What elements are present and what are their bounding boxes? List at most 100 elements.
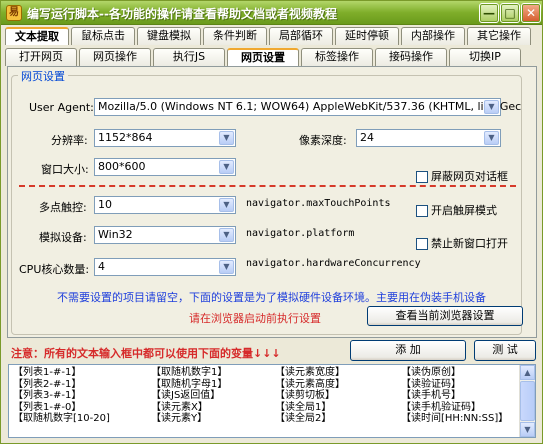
block-new-window-label: 禁止新窗口打开 [431,237,508,250]
list-item[interactable]: 【取随机数字[10-20] [13,413,110,425]
enable-touch-checkbox[interactable]: 开启触屏模式 [416,202,497,218]
tab-internal[interactable]: 内部操作 [401,27,465,45]
block-new-window-checkbox[interactable]: 禁止新窗口打开 [416,235,508,251]
tab-switch-ip[interactable]: 切换IP [449,48,521,66]
maximize-button[interactable]: □ [500,3,520,23]
main-tab-bar: 文本提取 鼠标点击 键盘模拟 条件判断 局部循环 延时停顿 内部操作 其它操作 [5,27,533,45]
hardware-note: 不需要设置的项目请留空，下面的设置是为了模拟硬件设备环境。主要用在伪装手机设备 [57,291,486,304]
scroll-up-icon[interactable]: ▲ [520,365,535,380]
user-agent-combo[interactable]: Mozilla/5.0 (Windows NT 6.1; WOW64) Appl… [94,98,521,116]
list-item[interactable]: 【读伪原创】 [401,367,508,379]
cpu-value: 4 [98,260,105,273]
variables-column-2: 【取随机数字1】 【取随机字母1】 【读JS返回值】 【读元素X】 【读元素Y】 [151,367,227,425]
variables-column-3: 【读元素宽度】 【读元素高度】 【读剪切板】 【读全局1】 【读全局2】 [275,367,345,425]
red-dashed-divider [19,185,516,187]
pixel-depth-label: 像素深度: [299,134,347,147]
chevron-down-icon[interactable]: ▼ [219,260,234,274]
window-size-label: 窗口大小: [41,163,89,176]
minimize-button[interactable]: — [479,3,499,23]
tab-execute-js[interactable]: 执行JS [153,48,225,66]
block-dialog-label: 屏蔽网页对话框 [431,170,508,183]
pixel-depth-combo[interactable]: 24 ▼ [356,129,501,147]
app-icon: 易 [6,5,22,21]
device-label: 模拟设备: [39,231,87,244]
main-window: 易 编写运行脚本--各功能的操作请查看帮助文档或者视频教程 — □ ✕ 文本提取… [0,0,543,444]
list-item[interactable]: 【读元素高度】 [275,379,345,391]
list-item[interactable]: 【读时间[HH:NN:SS]】 [401,413,508,425]
touch-label: 多点触控: [39,201,87,214]
list-item[interactable]: 【列表2-#-1】 [13,379,110,391]
title-bar[interactable]: 易 编写运行脚本--各功能的操作请查看帮助文档或者视频教程 — □ ✕ [1,1,542,25]
tab-page-settings[interactable]: 网页设置 [227,48,299,66]
checkbox-box[interactable] [416,238,428,250]
tab-label-operation[interactable]: 标签操作 [301,48,373,66]
tab-sms-code[interactable]: 接码操作 [375,48,447,66]
list-item[interactable]: 【列表1-#-1】 [13,367,110,379]
window-title: 编写运行脚本--各功能的操作请查看帮助文档或者视频教程 [27,7,337,21]
touch-value: 10 [98,198,112,211]
touch-combo[interactable]: 10 ▼ [94,196,236,214]
chevron-down-icon[interactable]: ▼ [484,100,499,114]
device-combo[interactable]: Win32 ▼ [94,226,236,244]
user-agent-label: User Agent: [29,101,94,114]
chevron-down-icon[interactable]: ▼ [219,198,234,212]
startup-note: 请在浏览器启动前执行设置 [189,312,321,325]
sub-tab-bar: 打开网页 网页操作 执行JS 网页设置 标签操作 接码操作 切换IP [5,48,523,66]
block-dialog-checkbox[interactable]: 屏蔽网页对话框 [416,168,508,184]
list-item[interactable]: 【读元素Y】 [151,413,227,425]
list-item[interactable]: 【读剪切板】 [275,390,345,402]
list-item[interactable]: 【读验证码】 [401,379,508,391]
tab-open-page[interactable]: 打开网页 [5,48,77,66]
scroll-down-icon[interactable]: ▼ [520,422,535,437]
touch-hint: navigator.maxTouchPoints [246,198,391,209]
tab-loop[interactable]: 局部循环 [269,27,333,45]
list-item[interactable]: 【读全局1】 [275,402,345,414]
chevron-down-icon[interactable]: ▼ [219,131,234,145]
list-item[interactable]: 【读元素X】 [151,402,227,414]
window-size-combo[interactable]: 800*600 ▼ [94,158,236,176]
add-button[interactable]: 添 加 [350,340,466,361]
chevron-down-icon[interactable]: ▼ [219,160,234,174]
tab-keyboard[interactable]: 键盘模拟 [137,27,201,45]
resolution-value: 1152*864 [98,131,153,144]
variables-column-4: 【读伪原创】 【读验证码】 【读手机号】 【读手机验证码】 【读时间[HH:NN… [401,367,508,425]
tab-text-extract[interactable]: 文本提取 [5,27,69,45]
user-agent-value: Mozilla/5.0 (Windows NT 6.1; WOW64) Appl… [98,100,522,113]
list-item[interactable]: 【读全局2】 [275,413,345,425]
list-item[interactable]: 【取随机数字1】 [151,367,227,379]
checkbox-box[interactable] [416,205,428,217]
cpu-hint: navigator.hardwareConcurrency [246,258,421,269]
device-value: Win32 [98,228,133,241]
list-item[interactable]: 【读元素宽度】 [275,367,345,379]
view-browser-settings-button[interactable]: 查看当前浏览器设置 [367,306,523,326]
window-size-value: 800*600 [98,160,146,173]
tab-delay[interactable]: 延时停顿 [335,27,399,45]
tab-condition[interactable]: 条件判断 [203,27,267,45]
variables-notice: 注意：所有的文本输入框中都可以使用下面的变量↓↓↓ [11,347,281,360]
list-item[interactable]: 【列表1-#-0】 [13,402,110,414]
variables-column-1: 【列表1-#-1】 【列表2-#-1】 【列表3-#-1】 【列表1-#-0】 … [13,367,110,425]
list-item[interactable]: 【取随机字母1】 [151,379,227,391]
list-item[interactable]: 【读手机验证码】 [401,402,508,414]
list-scrollbar[interactable]: ▲ ▼ [519,365,535,437]
test-button[interactable]: 测 试 [474,340,536,361]
device-hint: navigator.platform [246,228,355,239]
list-item[interactable]: 【读JS返回值】 [151,390,227,402]
resolution-combo[interactable]: 1152*864 ▼ [94,129,236,147]
checkbox-box[interactable] [416,171,428,183]
list-item[interactable]: 【列表3-#-1】 [13,390,110,402]
scroll-thumb[interactable] [520,381,535,421]
variables-list[interactable]: 【列表1-#-1】 【列表2-#-1】 【列表3-#-1】 【列表1-#-0】 … [8,364,536,438]
resolution-label: 分辨率: [51,134,88,147]
tab-page-operation[interactable]: 网页操作 [79,48,151,66]
close-button[interactable]: ✕ [521,3,541,23]
tab-other[interactable]: 其它操作 [467,27,531,45]
group-title: 网页设置 [18,68,68,84]
tab-mouse-click[interactable]: 鼠标点击 [71,27,135,45]
chevron-down-icon[interactable]: ▼ [219,228,234,242]
pixel-depth-value: 24 [360,131,374,144]
enable-touch-label: 开启触屏模式 [431,204,497,217]
list-item[interactable]: 【读手机号】 [401,390,508,402]
cpu-combo[interactable]: 4 ▼ [94,258,236,276]
chevron-down-icon[interactable]: ▼ [484,131,499,145]
